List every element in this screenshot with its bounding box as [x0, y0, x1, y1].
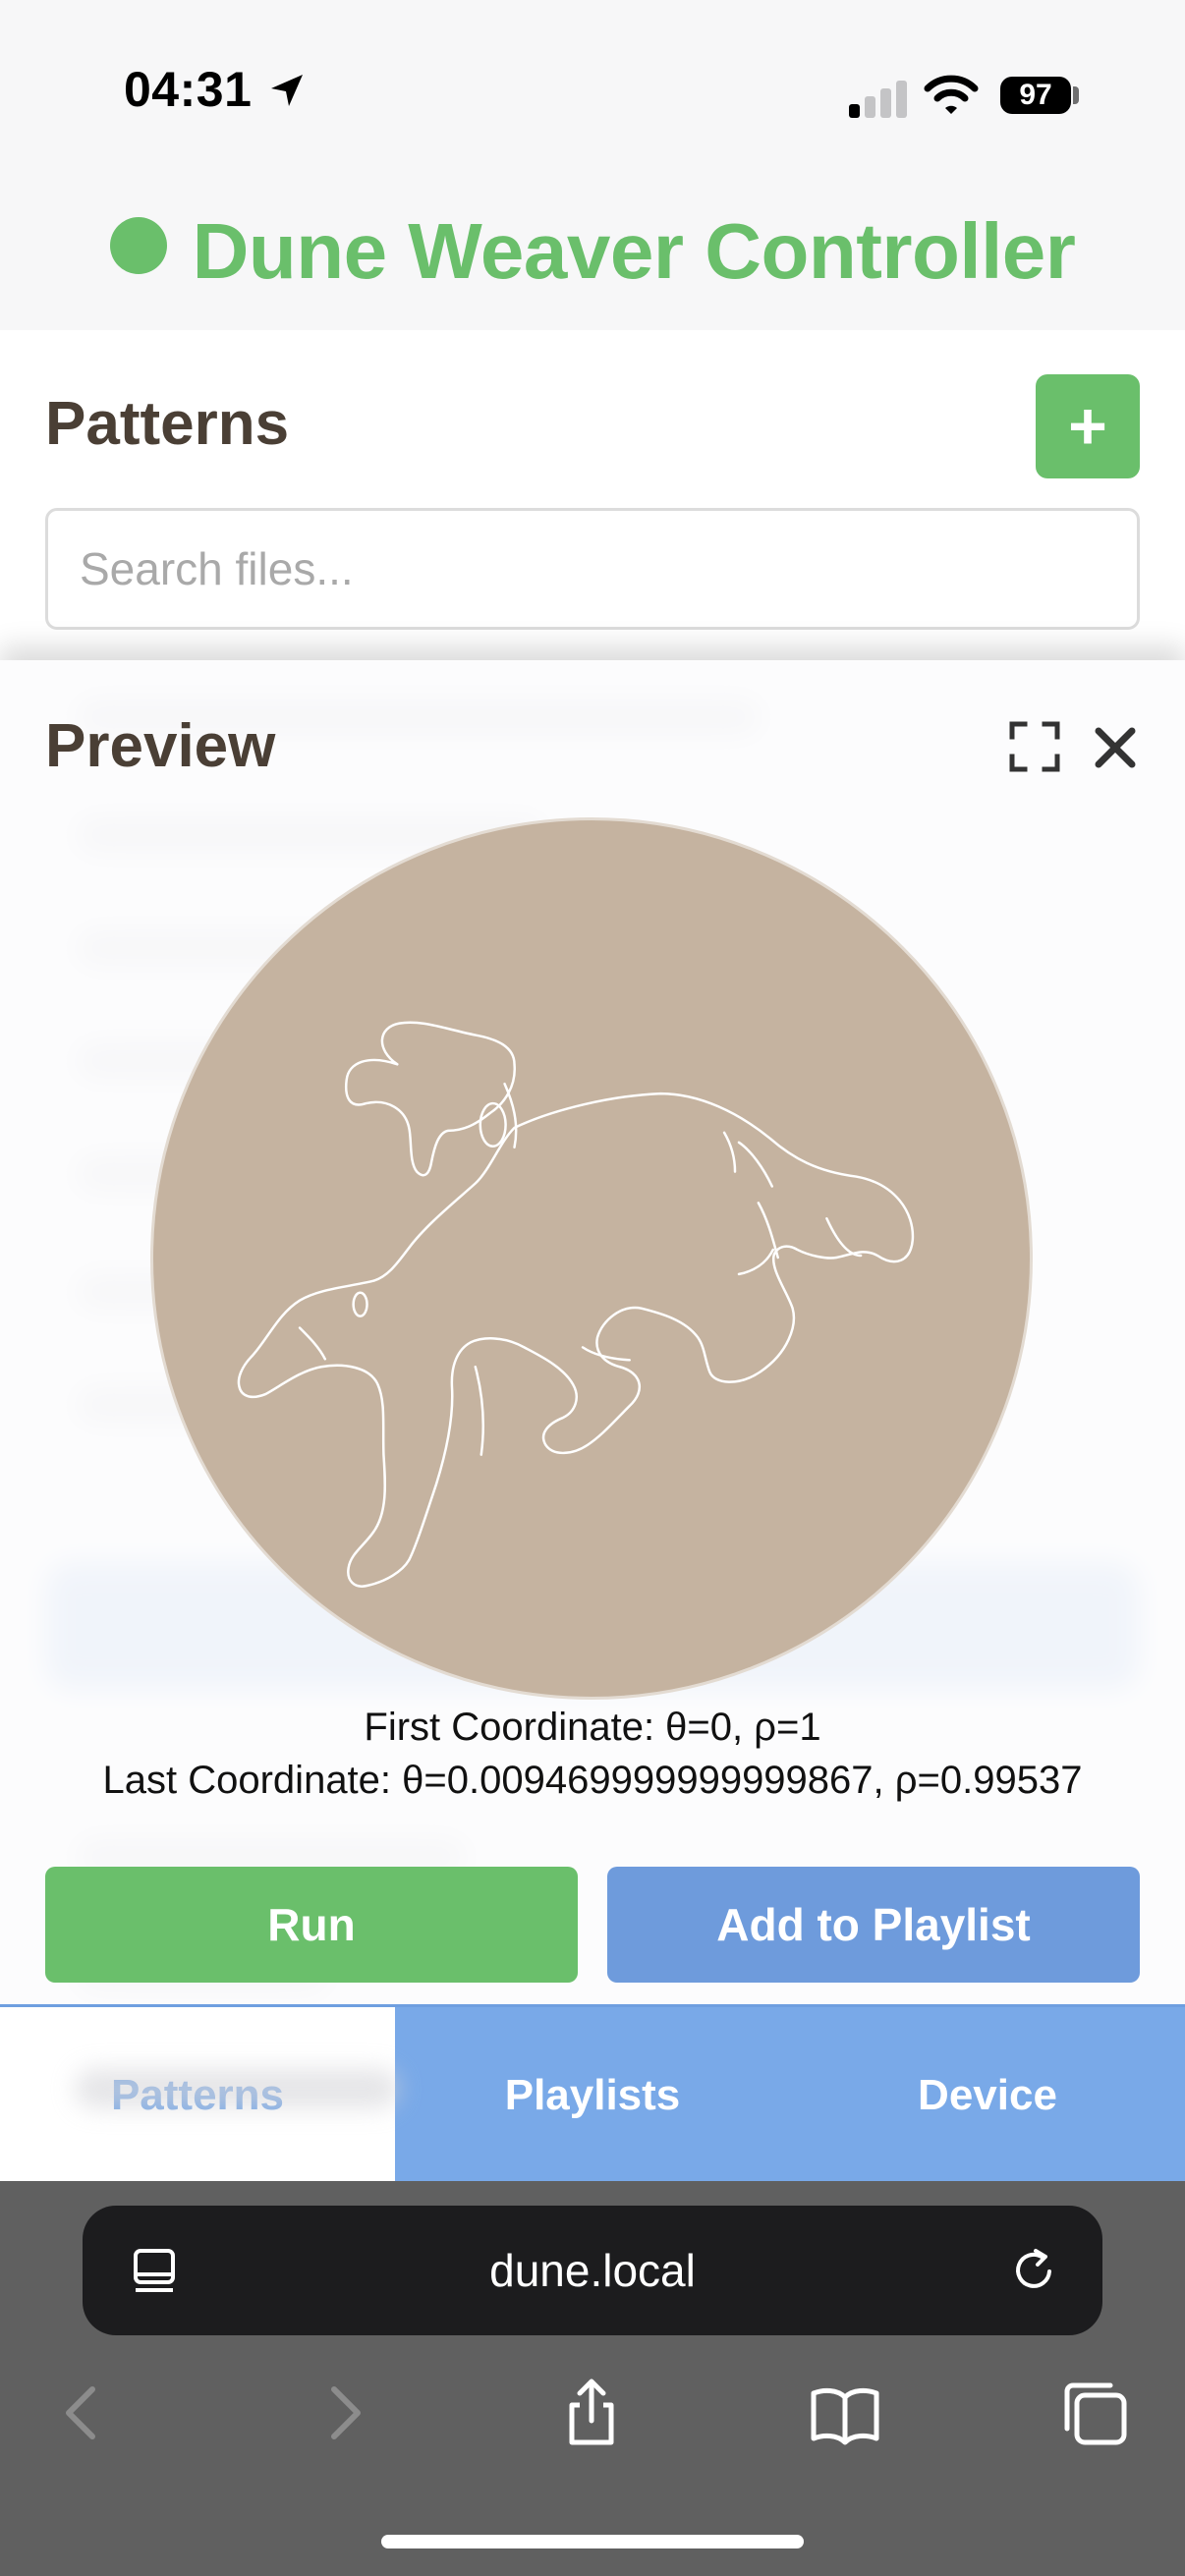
status-dot [109, 217, 167, 274]
run-button[interactable]: Run [45, 1867, 578, 1983]
add-to-playlist-button[interactable]: Add to Playlist [607, 1867, 1140, 1983]
pattern-drawing [237, 1021, 915, 1588]
blurred-list-item [75, 2069, 399, 2108]
reader-icon[interactable] [132, 2247, 177, 2296]
search-input[interactable] [45, 508, 1140, 630]
fullscreen-icon[interactable] [1009, 721, 1060, 772]
app-title: Dune Weaver Controller [0, 206, 1185, 297]
close-icon[interactable] [1093, 725, 1138, 770]
preview-title: Preview [45, 712, 276, 780]
signal-icon [849, 79, 908, 118]
add-pattern-button[interactable]: + [1036, 374, 1140, 478]
share-icon[interactable] [556, 2378, 627, 2448]
battery-nub [1073, 86, 1079, 104]
battery-icon: 97 [1000, 77, 1071, 114]
app-title-text: Dune Weaver Controller [192, 207, 1076, 295]
url-text[interactable]: dune.local [83, 2206, 1102, 2335]
status-time: 04:31 [124, 62, 253, 117]
wifi-icon [924, 75, 979, 114]
forward-icon[interactable] [307, 2378, 377, 2448]
tab-playlists[interactable]: Playlists [395, 2007, 790, 2184]
tab-device[interactable]: Device [790, 2007, 1185, 2184]
reload-icon[interactable] [1012, 2248, 1057, 2293]
status-bar: 04:31 97 [0, 0, 1185, 187]
bookmarks-icon[interactable] [810, 2378, 880, 2448]
home-indicator [381, 2535, 804, 2548]
plus-icon: + [1068, 389, 1107, 464]
back-icon[interactable] [49, 2378, 120, 2448]
patterns-title: Patterns [45, 390, 290, 458]
location-arrow-icon [271, 75, 303, 106]
last-coordinate: Last Coordinate: θ=0.009469999999999867,… [102, 1759, 1083, 1802]
first-coordinate: First Coordinate: θ=0, ρ=1 [364, 1706, 821, 1749]
tabs-icon[interactable] [1059, 2378, 1130, 2448]
pattern-preview-canvas [150, 817, 1033, 1700]
